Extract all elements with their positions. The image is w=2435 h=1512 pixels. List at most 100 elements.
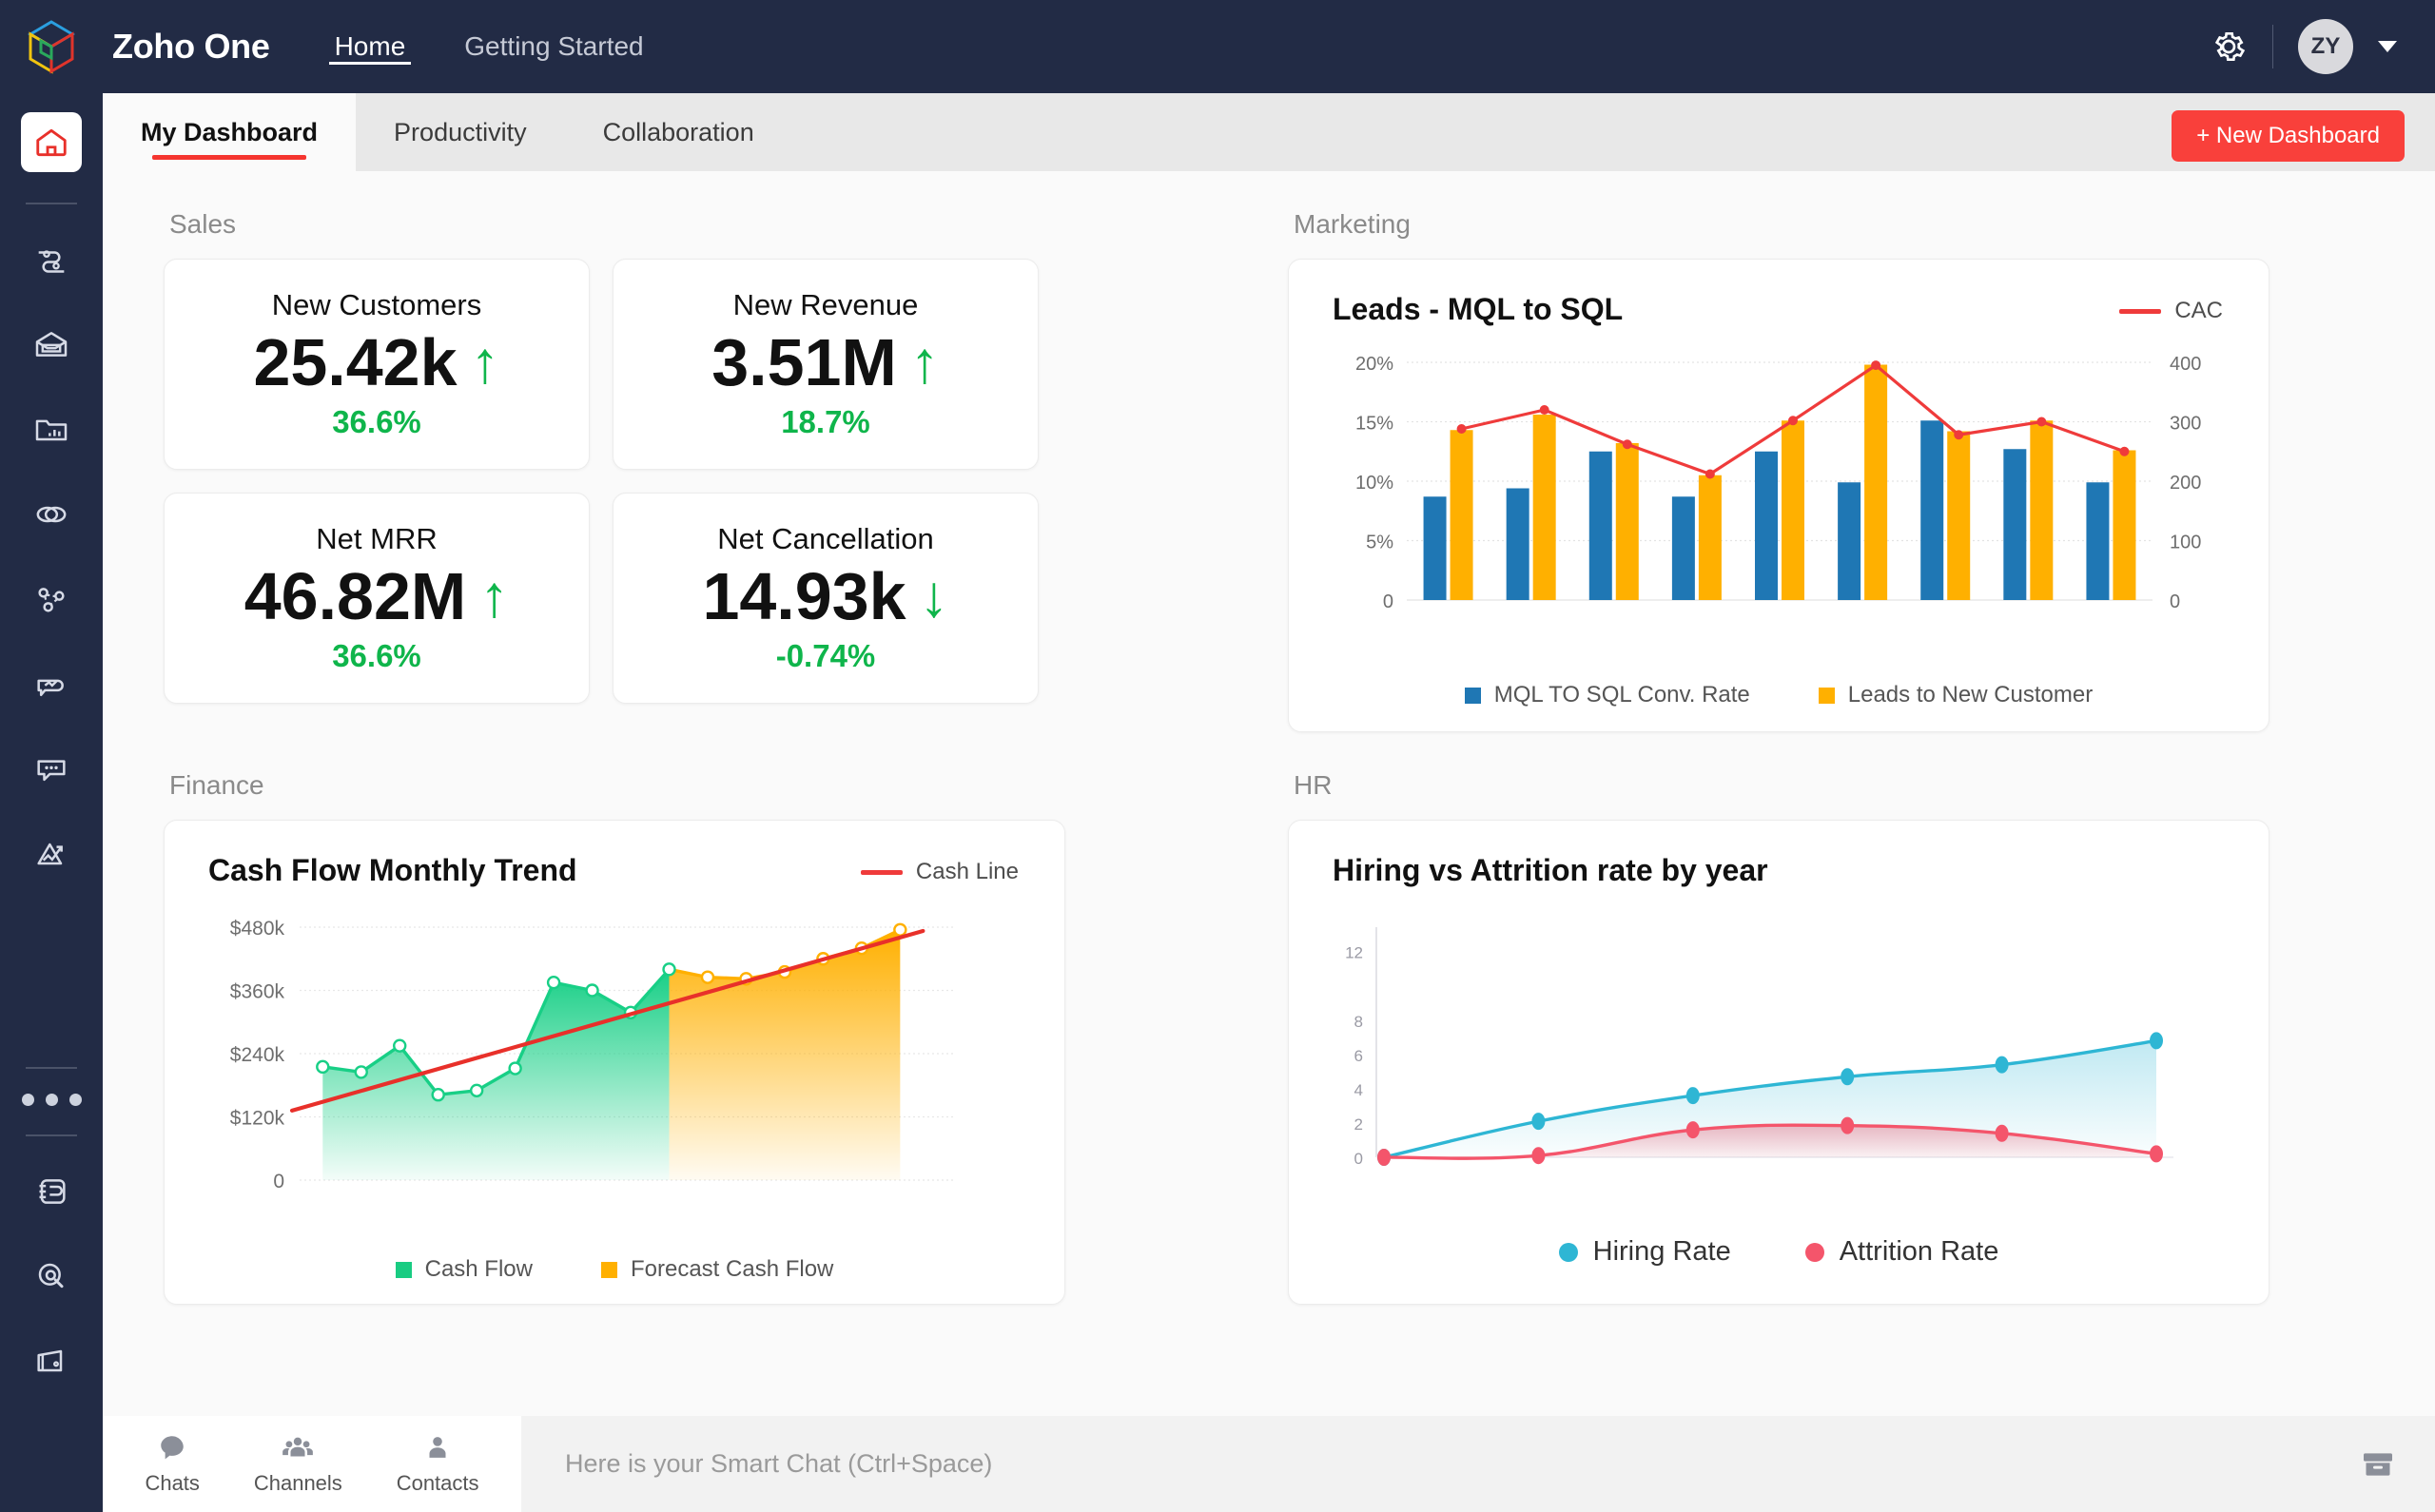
rail-item-notebook[interactable]	[21, 1161, 82, 1221]
dock-label-contacts: Contacts	[396, 1471, 479, 1495]
kpi-delta: 36.6%	[332, 637, 421, 673]
svg-text:15%: 15%	[1355, 414, 1393, 435]
kpi-value-row: 14.93k ↓	[702, 562, 948, 632]
avatar[interactable]: ZY	[2298, 19, 2353, 74]
network-icon	[38, 588, 65, 612]
cash-flow-swatch	[395, 1261, 412, 1278]
hiring-attrition-area-chart: 12 8 6 4 2 0	[1345, 927, 2173, 1168]
kpi-value-row: 25.42k ↑	[253, 328, 499, 398]
gear-icon[interactable]	[2210, 28, 2248, 66]
dock-label-chats: Chats	[145, 1471, 200, 1495]
rail-item-comment[interactable]	[21, 739, 82, 799]
svg-text:20%: 20%	[1355, 354, 1393, 375]
tab-my-dashboard[interactable]: My Dashboard	[103, 93, 357, 171]
kpi-value: 3.51M	[711, 325, 897, 400]
chevron-down-icon[interactable]	[2378, 41, 2397, 52]
rail-item-home[interactable]	[21, 112, 82, 173]
dock-item-channels[interactable]: Channels	[254, 1432, 342, 1496]
svg-text:0: 0	[1354, 1150, 1363, 1168]
kpi-value: 14.93k	[702, 559, 906, 634]
legend-item-mql[interactable]: MQL TO SQL Conv. Rate	[1464, 682, 1750, 708]
svg-text:5%: 5%	[1366, 533, 1393, 553]
search-circle-icon	[38, 1263, 64, 1289]
top-header-right: ZY	[2210, 19, 2435, 74]
header-divider	[2272, 25, 2273, 68]
legend-item-leads[interactable]: Leads to New Customer	[1818, 682, 2093, 708]
rail-item-crm[interactable]	[21, 229, 82, 289]
legend-label-forecast: Forecast Cash Flow	[630, 1256, 834, 1282]
legend-label-attrition: Attrition Rate	[1839, 1236, 1999, 1267]
kpi-card-net-cancellation[interactable]: Net Cancellation 14.93k ↓ -0.74%	[613, 493, 1039, 704]
legend-cac[interactable]: CAC	[2119, 298, 2223, 324]
svg-text:300: 300	[2170, 414, 2201, 435]
section-label-sales: Sales	[169, 209, 237, 239]
tab-productivity[interactable]: Productivity	[356, 93, 565, 171]
sales-section: Sales New Customers 25.42k ↑ 36.6% New R…	[164, 196, 1248, 732]
bottom-rail-filler	[0, 1416, 103, 1512]
rail-item-link[interactable]	[21, 484, 82, 544]
rail-divider-top	[26, 203, 77, 205]
folder-chart-icon	[35, 419, 68, 440]
rail-item-mail[interactable]	[21, 315, 82, 375]
tab-collaboration[interactable]: Collaboration	[565, 93, 792, 171]
crm-icon	[38, 250, 65, 273]
chart-card-leads-mql-to-sql[interactable]: Leads - MQL to SQL CAC 0 0 5% 100 10% 200 15% 3…	[1288, 259, 2269, 732]
chart-title-hiring: Hiring vs Attrition rate by year	[1333, 853, 1768, 887]
cash-flow-area-chart: 0 $120k $240k $360k $480k	[230, 918, 954, 1192]
left-app-rail	[0, 93, 103, 1416]
legend-item-cash-flow[interactable]: Cash Flow	[395, 1256, 533, 1283]
svg-text:6: 6	[1354, 1047, 1363, 1065]
new-dashboard-button[interactable]: + New Dashboard	[2172, 110, 2405, 162]
arrow-up-icon: ↑	[479, 564, 510, 630]
rail-item-flow[interactable]	[21, 654, 82, 714]
archive-icon[interactable]	[2359, 1445, 2397, 1483]
section-label-marketing: Marketing	[1294, 209, 1411, 239]
kpi-card-net-mrr[interactable]: Net MRR 46.82M ↑ 36.6%	[164, 493, 590, 704]
top-nav-home[interactable]: Home	[328, 0, 412, 93]
person-icon	[429, 1437, 446, 1458]
legend-label-cash-flow: Cash Flow	[424, 1256, 533, 1282]
rail-item-analytics[interactable]	[21, 824, 82, 884]
top-nav-getting-started[interactable]: Getting Started	[458, 0, 649, 93]
dock-label-channels: Channels	[253, 1471, 342, 1495]
dashboard-canvas: Sales New Customers 25.42k ↑ 36.6% New R…	[103, 171, 2435, 1416]
svg-text:$480k: $480k	[230, 918, 285, 940]
cash-line-swatch	[860, 869, 903, 875]
chart-card-cash-flow[interactable]: Cash Flow Monthly Trend Cash Line 0 $120k…	[164, 820, 1065, 1305]
kpi-card-new-revenue[interactable]: New Revenue 3.51M ↑ 18.7%	[613, 259, 1039, 470]
svg-text:$360k: $360k	[230, 981, 285, 1003]
rail-item-network[interactable]	[21, 570, 82, 630]
rail-item-wallet[interactable]	[21, 1331, 82, 1391]
legend-item-attrition[interactable]: Attrition Rate	[1804, 1236, 1999, 1268]
arrow-down-icon: ↓	[919, 564, 949, 630]
kpi-title: Net MRR	[316, 522, 438, 556]
svg-text:8: 8	[1354, 1013, 1363, 1031]
kpi-value: 46.82M	[244, 559, 467, 634]
cac-line-swatch	[2119, 308, 2162, 314]
dock-item-contacts[interactable]: Contacts	[397, 1432, 479, 1496]
zoho-logo[interactable]	[0, 18, 103, 75]
dashboard-top-row: Sales New Customers 25.42k ↑ 36.6% New R…	[164, 196, 2397, 732]
kpi-value: 25.42k	[253, 325, 458, 400]
svg-text:10%: 10%	[1355, 473, 1393, 494]
rail-item-folder-chart[interactable]	[21, 399, 82, 459]
mql-swatch	[1464, 687, 1481, 704]
svg-text:2: 2	[1354, 1115, 1363, 1134]
svg-text:12: 12	[1345, 944, 1363, 962]
legend-item-hiring[interactable]: Hiring Rate	[1558, 1236, 1731, 1268]
marketing-section: Marketing Leads - MQL to SQL CAC 0 0 5% 100…	[1288, 196, 2372, 732]
svg-text:100: 100	[2170, 533, 2201, 553]
kpi-title: New Customers	[271, 288, 482, 322]
flow-icon	[37, 679, 64, 696]
rail-item-search-circle[interactable]	[21, 1246, 82, 1306]
kpi-title: New Revenue	[732, 288, 919, 322]
kpi-card-new-customers[interactable]: New Customers 25.42k ↑ 36.6%	[164, 259, 590, 470]
smart-chat-input[interactable]: Here is your Smart Chat (Ctrl+Space)	[521, 1416, 2321, 1512]
dock-item-chats[interactable]: Chats	[145, 1432, 200, 1496]
zoho-cube-icon	[28, 20, 75, 74]
legend-cash-line[interactable]: Cash Line	[860, 859, 1019, 885]
more-dots-icon[interactable]	[21, 1094, 82, 1107]
legend-item-forecast[interactable]: Forecast Cash Flow	[600, 1256, 834, 1283]
mail-icon	[35, 332, 68, 358]
chart-card-hiring-attrition[interactable]: Hiring vs Attrition rate by year 12 8 6 4 2 0…	[1288, 820, 2269, 1305]
